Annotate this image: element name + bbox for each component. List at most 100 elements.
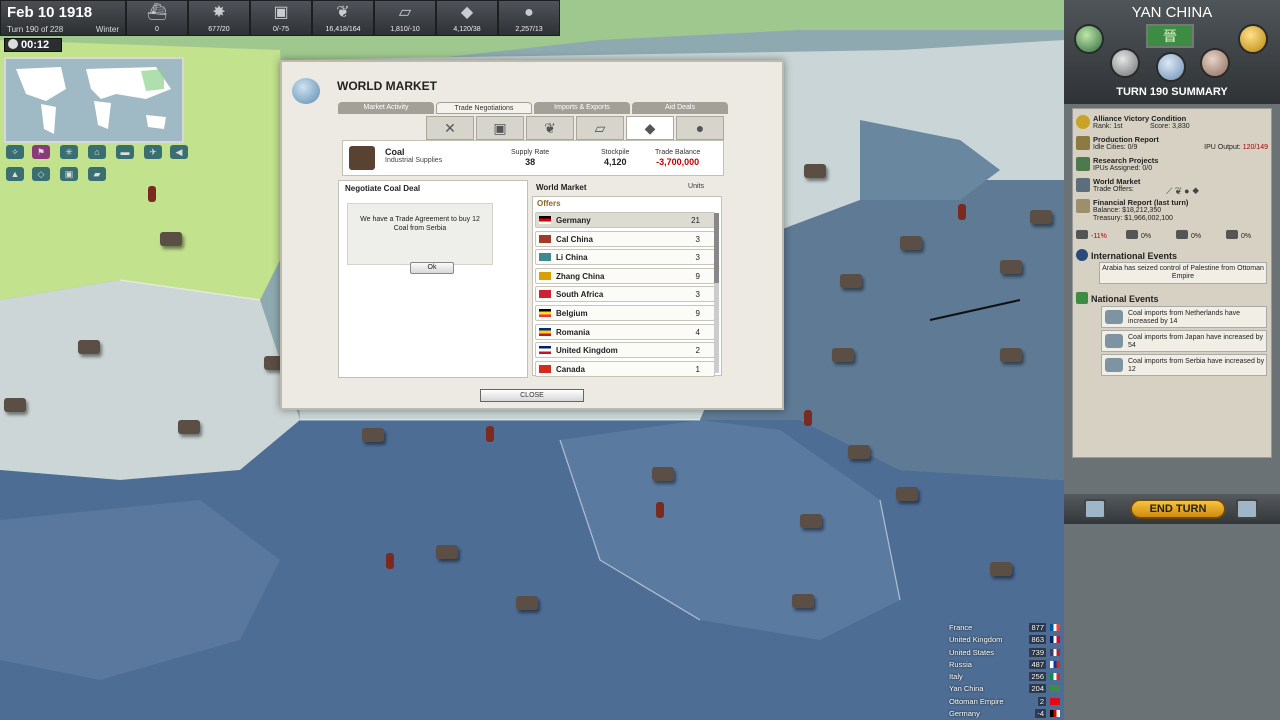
infantry-unit[interactable] bbox=[958, 204, 966, 220]
tab-trade-negotiations[interactable]: Trade Negotiations bbox=[436, 102, 532, 114]
army-unit[interactable] bbox=[900, 236, 922, 250]
resource-counter[interactable]: ◆ 4,120/38 bbox=[436, 0, 498, 36]
offer-row[interactable]: Li China 3 bbox=[535, 249, 715, 266]
tab-market-activity[interactable]: Market Activity bbox=[338, 102, 434, 114]
infantry-unit[interactable] bbox=[486, 426, 494, 442]
prev-button[interactable] bbox=[1084, 499, 1106, 519]
map-flag-button[interactable]: ⚑ bbox=[32, 145, 50, 159]
trade-balance: Trade Balance -3,700,000 bbox=[655, 149, 700, 167]
oil-tab[interactable]: ● bbox=[676, 116, 724, 140]
financial-row[interactable]: Financial Report (last turn) Balance: $1… bbox=[1076, 198, 1270, 224]
army-unit[interactable] bbox=[832, 348, 854, 362]
close-view-button[interactable] bbox=[1110, 48, 1140, 78]
army-unit[interactable] bbox=[1000, 260, 1022, 274]
production-row[interactable]: Production Report Idle Cities: 0/9 IPU O… bbox=[1076, 135, 1270, 153]
financial-balance: Balance: $18,212,350 bbox=[1093, 207, 1162, 214]
offer-row[interactable]: United Kingdom 2 bbox=[535, 342, 715, 359]
military-tab[interactable]: ✕ bbox=[426, 116, 474, 140]
minimap[interactable] bbox=[4, 57, 184, 143]
coal-icon: ◆ bbox=[460, 4, 474, 21]
army-unit[interactable] bbox=[160, 232, 182, 246]
army-unit[interactable] bbox=[4, 398, 26, 412]
ok-button[interactable]: Ok bbox=[410, 262, 454, 274]
army-unit[interactable] bbox=[1000, 348, 1022, 362]
army-unit[interactable] bbox=[78, 340, 100, 354]
steel-tab[interactable]: ▣ bbox=[476, 116, 524, 140]
infantry-unit[interactable] bbox=[804, 410, 812, 426]
international-events-heading: International Events bbox=[1076, 249, 1177, 261]
army-unit[interactable] bbox=[652, 467, 674, 481]
globe-view-button[interactable] bbox=[1074, 24, 1104, 54]
alliance-rank: Rank: 1st bbox=[1093, 123, 1123, 130]
map-filter-button[interactable]: ▣ bbox=[60, 167, 78, 181]
infantry-unit[interactable] bbox=[386, 553, 394, 569]
scrollbar-thumb[interactable] bbox=[714, 213, 719, 283]
close-button[interactable]: CLOSE bbox=[480, 389, 584, 402]
offers-scrollbar[interactable] bbox=[714, 213, 719, 373]
army-unit[interactable] bbox=[848, 445, 870, 459]
diplomacy-button[interactable] bbox=[1156, 52, 1186, 82]
next-button[interactable] bbox=[1236, 499, 1258, 519]
map-mode-button[interactable]: ✧ bbox=[6, 145, 24, 159]
resource-counter[interactable]: ⛴ 0 bbox=[126, 0, 188, 36]
world-market-row[interactable]: World Market Trade Offers: ⟋ ❦ ● ◆ bbox=[1076, 177, 1270, 196]
score-ranking: France 877 United Kingdom 863 United States 7… bbox=[946, 622, 1062, 720]
offer-row[interactable]: Germany 21 bbox=[535, 212, 715, 228]
tab-aid-deals[interactable]: Aid Deals bbox=[632, 102, 728, 114]
army-unit[interactable] bbox=[800, 514, 822, 528]
resource-counter[interactable]: ❦ 16,418/164 bbox=[312, 0, 374, 36]
infantry-unit[interactable] bbox=[656, 502, 664, 518]
national-event[interactable]: Coal imports from Serbia have increased … bbox=[1101, 354, 1267, 376]
army-unit[interactable] bbox=[990, 562, 1012, 576]
map-unit-button[interactable]: ✳ bbox=[60, 145, 78, 159]
offers-list[interactable]: Offers Germany 21 Cal China 3 Li China 3 Zhang… bbox=[532, 196, 722, 377]
map-tank-button[interactable]: ▬ bbox=[116, 145, 134, 159]
map-city-button[interactable]: ⌂ bbox=[88, 145, 106, 159]
offer-row[interactable]: Cal China 3 bbox=[535, 230, 715, 247]
army-unit[interactable] bbox=[896, 487, 918, 501]
map-filter-button[interactable]: ◇ bbox=[32, 167, 50, 181]
offer-row[interactable]: Zhang China 9 bbox=[535, 267, 715, 284]
country-flag bbox=[1050, 697, 1060, 705]
coal-tab[interactable]: ◆ bbox=[626, 116, 674, 140]
resource-counter[interactable]: ▣ 0/-75 bbox=[250, 0, 312, 36]
alliance-row[interactable]: Alliance Victory Condition Rank: 1st Sco… bbox=[1076, 114, 1270, 132]
metal-icon: ▱ bbox=[594, 120, 606, 136]
finance-button[interactable] bbox=[1238, 24, 1268, 54]
army-unit[interactable] bbox=[436, 545, 458, 559]
minimap-terrain bbox=[6, 59, 182, 141]
map-filter-button[interactable]: ▰ bbox=[88, 167, 106, 181]
tab-imports-exports[interactable]: Imports & Exports bbox=[534, 102, 630, 114]
resource-counter[interactable]: ✸ 677/20 bbox=[188, 0, 250, 36]
food-tab[interactable]: ❦ bbox=[526, 116, 574, 140]
map-plane-button[interactable]: ✈ bbox=[144, 145, 162, 159]
national-event[interactable]: Coal imports from Netherlands have incre… bbox=[1101, 306, 1267, 328]
offer-row[interactable]: South Africa 3 bbox=[535, 286, 715, 303]
map-filter-button[interactable]: ▲ bbox=[6, 167, 24, 181]
army-unit[interactable] bbox=[804, 164, 826, 178]
turn-summary: Alliance Victory Condition Rank: 1st Sco… bbox=[1072, 108, 1272, 458]
metal-tab[interactable]: ▱ bbox=[576, 116, 624, 140]
army-unit[interactable] bbox=[1030, 210, 1052, 224]
end-turn-button[interactable]: END TURN bbox=[1130, 499, 1226, 519]
country-flag bbox=[539, 216, 551, 224]
supply-rate-label: Supply Rate bbox=[511, 149, 550, 156]
map-collapse-button[interactable]: ◀ bbox=[170, 145, 188, 159]
negotiate-heading: Negotiate Coal Deal bbox=[345, 184, 421, 193]
offer-row[interactable]: Canada 1 bbox=[535, 360, 715, 377]
infantry-unit[interactable] bbox=[148, 186, 156, 202]
resource-counter[interactable]: ● 2,257/13 bbox=[498, 0, 560, 36]
army-unit[interactable] bbox=[178, 420, 200, 434]
army-unit[interactable] bbox=[840, 274, 862, 288]
international-event[interactable]: Arabia has seized control of Palestine f… bbox=[1099, 262, 1267, 284]
research-row[interactable]: Research Projects IPUs Assigned: 0/0 bbox=[1076, 156, 1270, 174]
offer-row[interactable]: Romania 4 bbox=[535, 323, 715, 340]
resource-counter[interactable]: ▱ 1,810/-10 bbox=[374, 0, 436, 36]
research-button[interactable] bbox=[1200, 48, 1230, 78]
army-unit[interactable] bbox=[362, 428, 384, 442]
national-event[interactable]: Coal imports from Japan have increased b… bbox=[1101, 330, 1267, 352]
offer-row[interactable]: Belgium 9 bbox=[535, 305, 715, 321]
army-unit[interactable] bbox=[792, 594, 814, 608]
ranking-row: Ottoman Empire 2 bbox=[946, 696, 1062, 708]
army-unit[interactable] bbox=[516, 596, 538, 610]
